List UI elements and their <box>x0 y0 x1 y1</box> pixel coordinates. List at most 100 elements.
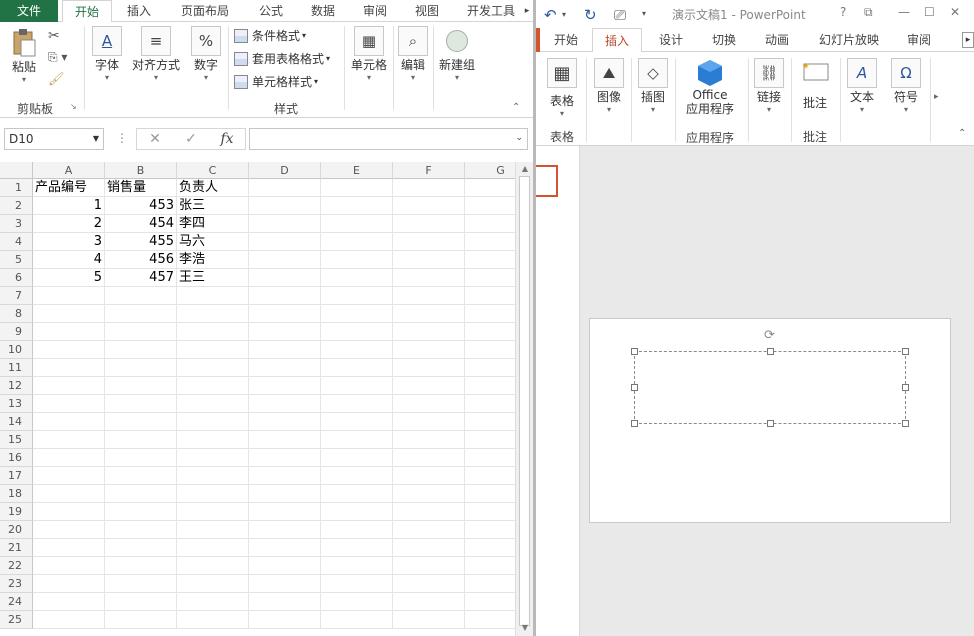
grid-cell[interactable] <box>393 287 465 305</box>
grid-cell[interactable] <box>177 449 249 467</box>
cell-styles-button[interactable]: 单元格样式 ▾ <box>234 72 318 92</box>
column-header[interactable]: C <box>177 162 249 179</box>
scroll-down-icon[interactable]: ▼ <box>516 622 533 634</box>
grid-cell[interactable] <box>33 539 105 557</box>
grid-cell[interactable] <box>249 503 321 521</box>
grid-cell[interactable] <box>321 179 393 197</box>
chevron-down-icon[interactable]: ▾ <box>562 10 566 19</box>
grid-cell[interactable] <box>393 539 465 557</box>
grid-cell[interactable]: 销售量 <box>105 179 177 197</box>
tab-data[interactable]: 数据 <box>298 0 348 22</box>
grid-cell[interactable] <box>249 575 321 593</box>
grid-cell[interactable] <box>321 305 393 323</box>
row-header[interactable]: 3 <box>0 215 33 233</box>
grid-cell[interactable]: 456 <box>105 251 177 269</box>
grid-cell[interactable] <box>177 395 249 413</box>
number-button[interactable]: % 数字 ▾ <box>188 26 224 83</box>
grid-cell[interactable] <box>321 341 393 359</box>
row-header[interactable]: 10 <box>0 341 33 359</box>
tab-formulas[interactable]: 公式 <box>248 0 294 22</box>
grid-cell[interactable] <box>105 395 177 413</box>
row-header[interactable]: 15 <box>0 431 33 449</box>
grid-cell[interactable]: 457 <box>105 269 177 287</box>
minimize-icon[interactable]: — <box>898 5 910 19</box>
grid-cell[interactable] <box>33 503 105 521</box>
grid-cell[interactable] <box>33 557 105 575</box>
grid-cell[interactable] <box>249 269 321 287</box>
grid-cell[interactable]: 李浩 <box>177 251 249 269</box>
text-box-placeholder[interactable] <box>631 348 909 427</box>
resize-handle[interactable] <box>631 420 638 427</box>
alignment-button[interactable]: ≡ 对齐方式 ▾ <box>128 26 184 83</box>
grid-cell[interactable]: 4 <box>33 251 105 269</box>
tab-review[interactable]: 审阅 <box>352 0 398 22</box>
font-button[interactable]: A 字体 ▾ <box>88 26 126 83</box>
grid-cell[interactable] <box>105 377 177 395</box>
grid-cell[interactable] <box>321 557 393 575</box>
grid-cell[interactable] <box>249 431 321 449</box>
grid-cell[interactable]: 453 <box>105 197 177 215</box>
grid-cell[interactable] <box>249 449 321 467</box>
grid-cell[interactable] <box>321 377 393 395</box>
grid-cell[interactable] <box>105 323 177 341</box>
grid-cell[interactable] <box>249 557 321 575</box>
grid-cell[interactable] <box>105 611 177 629</box>
tab-home[interactable]: 开始 <box>544 28 588 52</box>
grid-cell[interactable] <box>249 593 321 611</box>
grid-cell[interactable] <box>177 305 249 323</box>
grid-cell[interactable] <box>177 323 249 341</box>
row-header[interactable]: 13 <box>0 395 33 413</box>
tab-insert[interactable]: 插入 <box>116 0 162 22</box>
grid-cell[interactable]: 李四 <box>177 215 249 233</box>
grid-cell[interactable] <box>105 467 177 485</box>
resize-handle[interactable] <box>631 384 638 391</box>
grid-cell[interactable]: 454 <box>105 215 177 233</box>
grid-cell[interactable] <box>465 431 515 449</box>
grid-cell[interactable] <box>393 611 465 629</box>
tab-insert[interactable]: 插入 <box>592 28 642 53</box>
grid-cell[interactable] <box>465 179 515 197</box>
grid-cell[interactable]: 3 <box>33 233 105 251</box>
ribbon-more-icon[interactable]: ▸ <box>934 92 939 102</box>
redo-icon[interactable]: ↻ <box>584 6 597 24</box>
grid-cell[interactable] <box>249 215 321 233</box>
grid-cell[interactable] <box>465 287 515 305</box>
cells-button[interactable]: ▦ 单元格 ▾ <box>348 26 390 83</box>
grid-cell[interactable] <box>465 269 515 287</box>
grid-cell[interactable] <box>33 485 105 503</box>
grid-cell[interactable] <box>393 377 465 395</box>
grid-cell[interactable] <box>465 413 515 431</box>
row-header[interactable]: 14 <box>0 413 33 431</box>
grid-cell[interactable] <box>177 431 249 449</box>
grid-cell[interactable] <box>249 467 321 485</box>
tab-scroll-right-icon[interactable]: ▸ <box>522 0 532 22</box>
column-header[interactable]: B <box>105 162 177 179</box>
tab-view[interactable]: 视图 <box>402 0 452 22</box>
grid-cell[interactable] <box>33 359 105 377</box>
grid-cell[interactable] <box>465 305 515 323</box>
undo-icon[interactable]: ↶ <box>544 6 557 24</box>
grid-cell[interactable] <box>105 593 177 611</box>
grid-cell[interactable] <box>465 521 515 539</box>
grid-cell[interactable] <box>393 269 465 287</box>
grid-cell[interactable] <box>321 593 393 611</box>
grid-cell[interactable]: 455 <box>105 233 177 251</box>
format-as-table-button[interactable]: 套用表格格式 ▾ <box>234 49 330 69</box>
row-header[interactable]: 4 <box>0 233 33 251</box>
tab-page-layout[interactable]: 页面布局 <box>166 0 244 22</box>
grid-cell[interactable] <box>393 197 465 215</box>
grid-cell[interactable] <box>465 575 515 593</box>
comment-button[interactable]: ✷ 批注 <box>796 58 834 111</box>
grid-cell[interactable] <box>393 485 465 503</box>
grid-cell[interactable] <box>33 611 105 629</box>
grid-cell[interactable] <box>465 485 515 503</box>
column-header[interactable]: E <box>321 162 393 179</box>
rotate-handle-icon[interactable]: ⟳ <box>764 328 775 343</box>
table-button[interactable]: ▦ 表格 ▾ <box>544 58 580 119</box>
row-header[interactable]: 8 <box>0 305 33 323</box>
grid-cell[interactable]: 1 <box>33 197 105 215</box>
grid-cell[interactable] <box>393 593 465 611</box>
grid-cell[interactable] <box>105 341 177 359</box>
grid-cell[interactable] <box>321 413 393 431</box>
grid-cell[interactable] <box>105 305 177 323</box>
